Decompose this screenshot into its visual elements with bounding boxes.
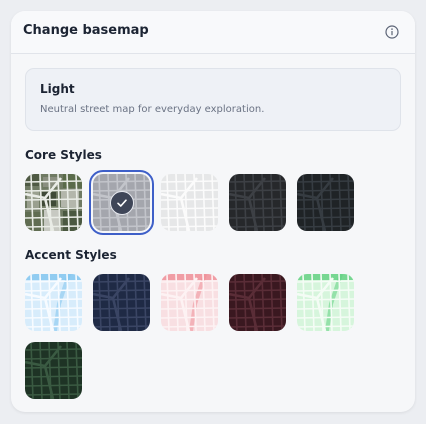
core-style-dark-slate-tile[interactable]	[297, 174, 354, 231]
map-thumbnail	[25, 174, 82, 231]
core-styles-label: Core Styles	[25, 148, 102, 162]
current-style-card: Light Neutral street map for everyday ex…	[25, 68, 401, 131]
map-thumbnail	[93, 274, 150, 331]
map-thumbnail	[161, 274, 218, 331]
map-thumbnail	[297, 174, 354, 231]
accent-style-mint-tile[interactable]	[297, 274, 354, 331]
core-style-dark-tile[interactable]	[229, 174, 286, 231]
core-style-light-tile[interactable]	[89, 170, 154, 235]
accent-style-navy-tile[interactable]	[93, 274, 150, 331]
map-thumbnail	[25, 342, 82, 399]
map-thumbnail	[297, 274, 354, 331]
info-icon[interactable]	[385, 25, 399, 39]
accent-styles-label: Accent Styles	[25, 248, 117, 262]
accent-style-sky-tile[interactable]	[25, 274, 82, 331]
accent-style-forest-tile[interactable]	[25, 342, 82, 399]
check-icon	[110, 191, 134, 215]
map-thumbnail	[229, 174, 286, 231]
accent-style-maroon-tile[interactable]	[229, 274, 286, 331]
current-style-name: Light	[40, 82, 75, 96]
map-thumbnail	[161, 174, 218, 231]
map-thumbnail	[25, 274, 82, 331]
panel-header: Change basemap	[11, 11, 415, 54]
accent-style-blush-tile[interactable]	[161, 274, 218, 331]
core-style-light-gray-tile[interactable]	[161, 174, 218, 231]
panel-title: Change basemap	[23, 23, 149, 38]
current-style-description: Neutral street map for everyday explorat…	[40, 104, 265, 115]
basemap-panel: Change basemap Light Neutral street map …	[11, 11, 415, 412]
core-style-satellite-tile[interactable]	[25, 174, 82, 231]
map-thumbnail	[229, 274, 286, 331]
